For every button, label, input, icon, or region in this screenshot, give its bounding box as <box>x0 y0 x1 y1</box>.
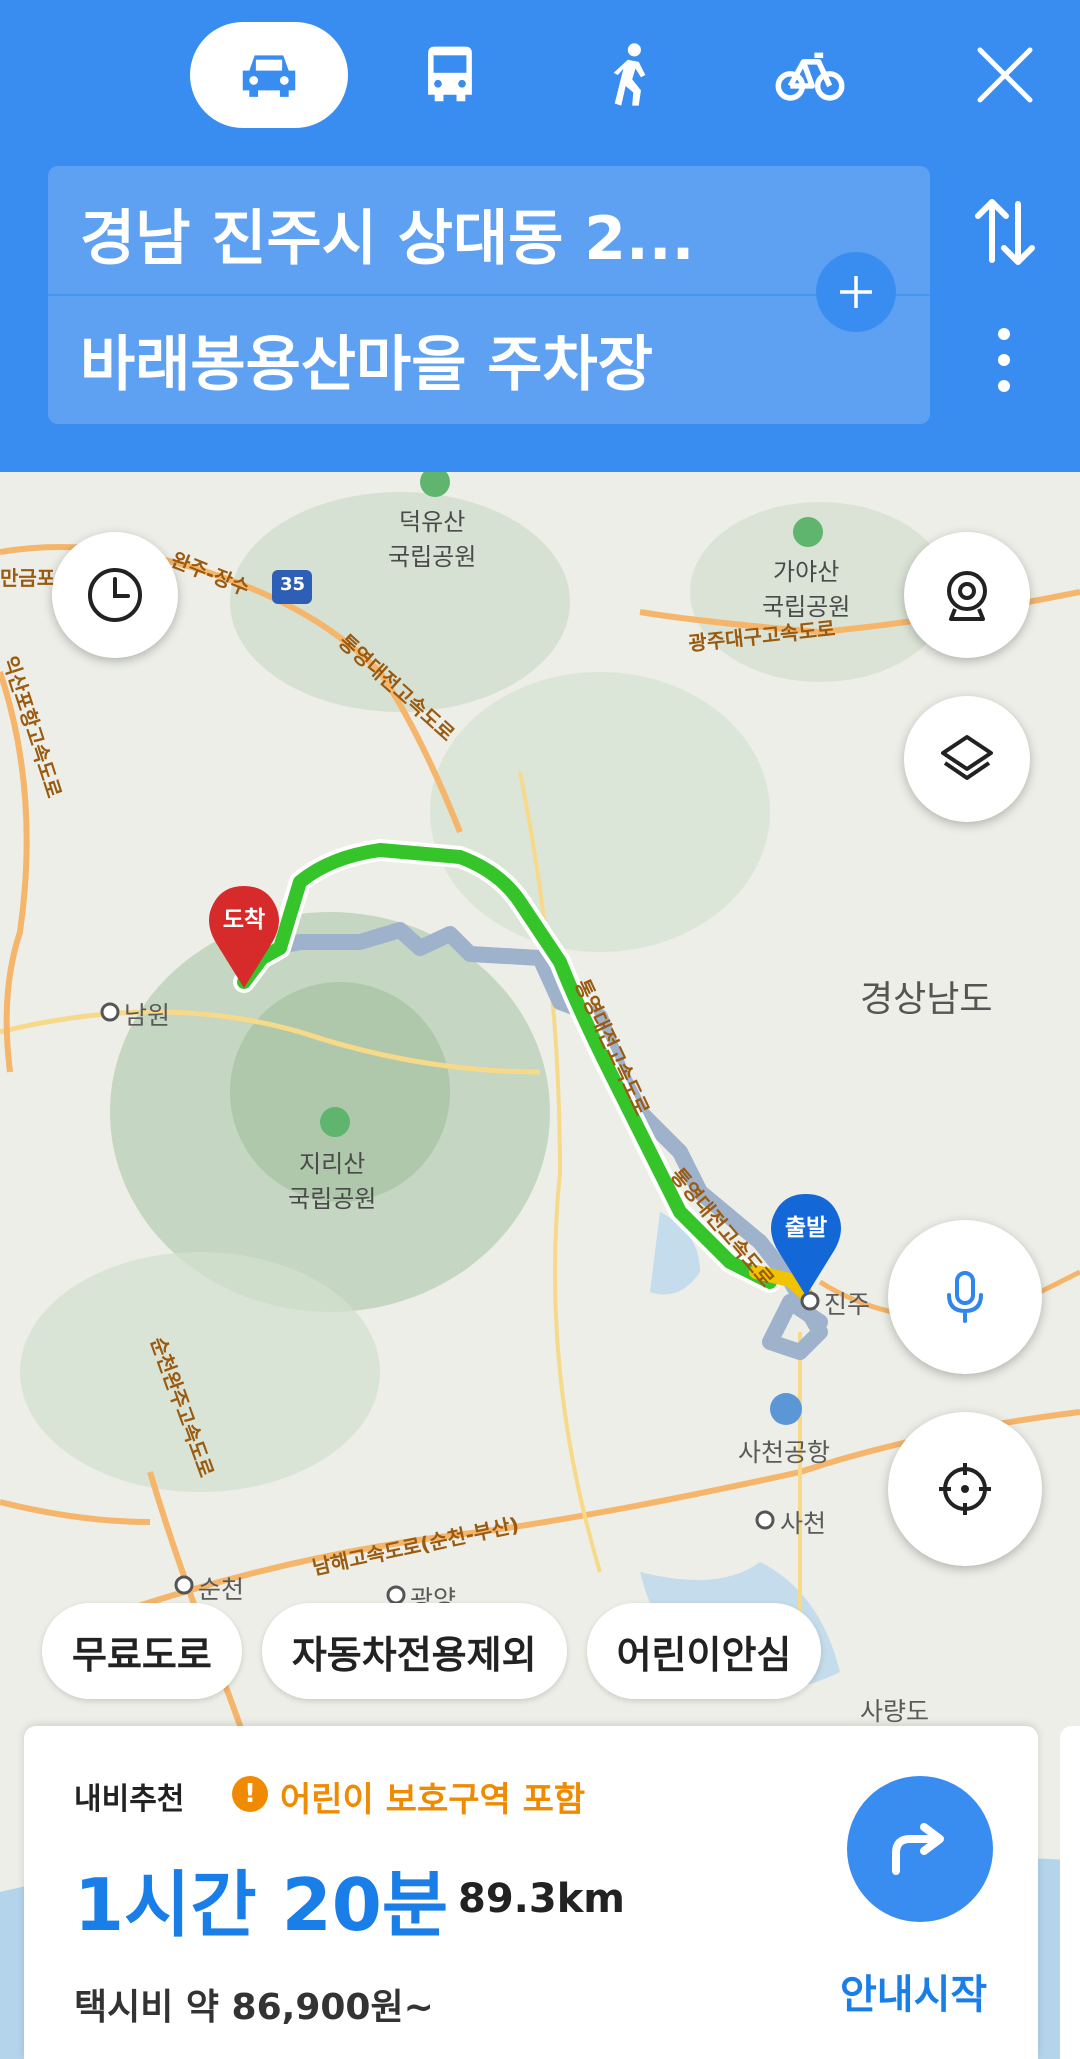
add-waypoint-button[interactable] <box>816 252 896 332</box>
recommendation-label: 내비추천 <box>74 1782 185 1817</box>
my-location-button[interactable] <box>888 1412 1042 1566</box>
close-button[interactable] <box>968 38 1042 112</box>
route-distance: 89.3km <box>458 1876 625 1922</box>
cctv-button[interactable] <box>904 532 1030 658</box>
namwon-label: 남원 <box>124 1001 171 1030</box>
origin-field[interactable]: 경남 진주시 상대동 2... <box>80 190 820 277</box>
sacheon-label: 사천 <box>780 1509 827 1538</box>
bus-mode-tab[interactable] <box>400 22 500 128</box>
departure-pin-label: 출발 <box>784 1215 828 1241</box>
jirisan-label: 지리산 국립공원 <box>288 1150 377 1213</box>
history-button[interactable] <box>52 532 178 658</box>
start-navigation-label[interactable]: 안내시작 <box>840 1962 987 2020</box>
car-icon <box>242 55 296 97</box>
layers-button[interactable] <box>904 696 1030 822</box>
route-divider <box>48 294 930 296</box>
next-route-card-peek[interactable] <box>1060 1726 1080 2059</box>
bike-mode-tab[interactable] <box>760 22 860 128</box>
route-duration: 1시간 20분 <box>74 1863 449 1947</box>
arrival-pin-label: 도착 <box>222 907 266 933</box>
exclude-motorway-chip[interactable]: 자동차전용제외 <box>261 1603 567 1699</box>
sacheon-airport-label: 사천공항 <box>738 1438 831 1467</box>
car-mode-tab[interactable] <box>190 22 348 128</box>
arrival-pin[interactable]: 도착 <box>204 882 284 992</box>
voice-search-button[interactable] <box>888 1220 1042 1374</box>
swap-route-button[interactable] <box>970 192 1040 272</box>
start-navigation-button[interactable] <box>847 1776 993 1922</box>
road-label-left-edge: 만금포 <box>0 566 56 590</box>
highway-35-label: 35 <box>280 574 306 595</box>
saryangdo-label: 사량도 <box>860 1697 930 1726</box>
taxi-fare: 택시비 약 86,900원~ <box>74 1987 434 2028</box>
warning-icon: ! <box>232 1776 268 1812</box>
arrival-pin-icon <box>209 886 279 988</box>
deogyusan-label: 덕유산 국립공원 <box>388 508 477 571</box>
cctv-icon <box>947 571 987 621</box>
navigation-start-icon <box>892 1823 944 1875</box>
gayasan-label: 가야산 국립공원 <box>762 558 851 621</box>
layers-icon <box>941 735 993 780</box>
bike-icon <box>775 52 845 101</box>
microphone-icon <box>947 1271 983 1323</box>
walk-icon <box>613 43 646 106</box>
route-card[interactable]: 내비추천 ! 어린이 보호구역 포함 1시간 20분 89.3km 택시비 약 … <box>24 1726 1038 2059</box>
close-icon <box>977 47 1033 103</box>
clock-icon <box>88 568 142 622</box>
bus-icon <box>428 46 472 102</box>
more-vert-icon <box>998 328 1010 392</box>
swap-icon <box>975 199 1035 265</box>
walk-mode-tab[interactable] <box>580 22 680 128</box>
gyeongnam-label: 경상남도 <box>860 979 993 1020</box>
school-zone-warning: 어린이 보호구역 포함 <box>280 1780 586 1820</box>
departure-pin-icon <box>771 1194 841 1296</box>
departure-pin[interactable]: 출발 <box>766 1190 846 1300</box>
more-options-button[interactable] <box>984 320 1024 400</box>
route-input-box: 경남 진주시 상대동 2... 바래봉용산마을 주차장 <box>48 166 930 424</box>
route-header: 경남 진주시 상대동 2... 바래봉용산마을 주차장 <box>0 0 1080 472</box>
crosshair-icon <box>939 1463 991 1515</box>
plus-icon <box>840 276 872 308</box>
child-safe-chip[interactable]: 어린이안심 <box>586 1603 822 1699</box>
free-road-chip[interactable]: 무료도로 <box>42 1603 242 1699</box>
destination-field[interactable]: 바래봉용산마을 주차장 <box>80 316 820 403</box>
suncheon-label: 순천 <box>198 1575 245 1604</box>
route-filter-chips: 무료도로 자동차전용제외 어린이안심 <box>42 1603 822 1699</box>
